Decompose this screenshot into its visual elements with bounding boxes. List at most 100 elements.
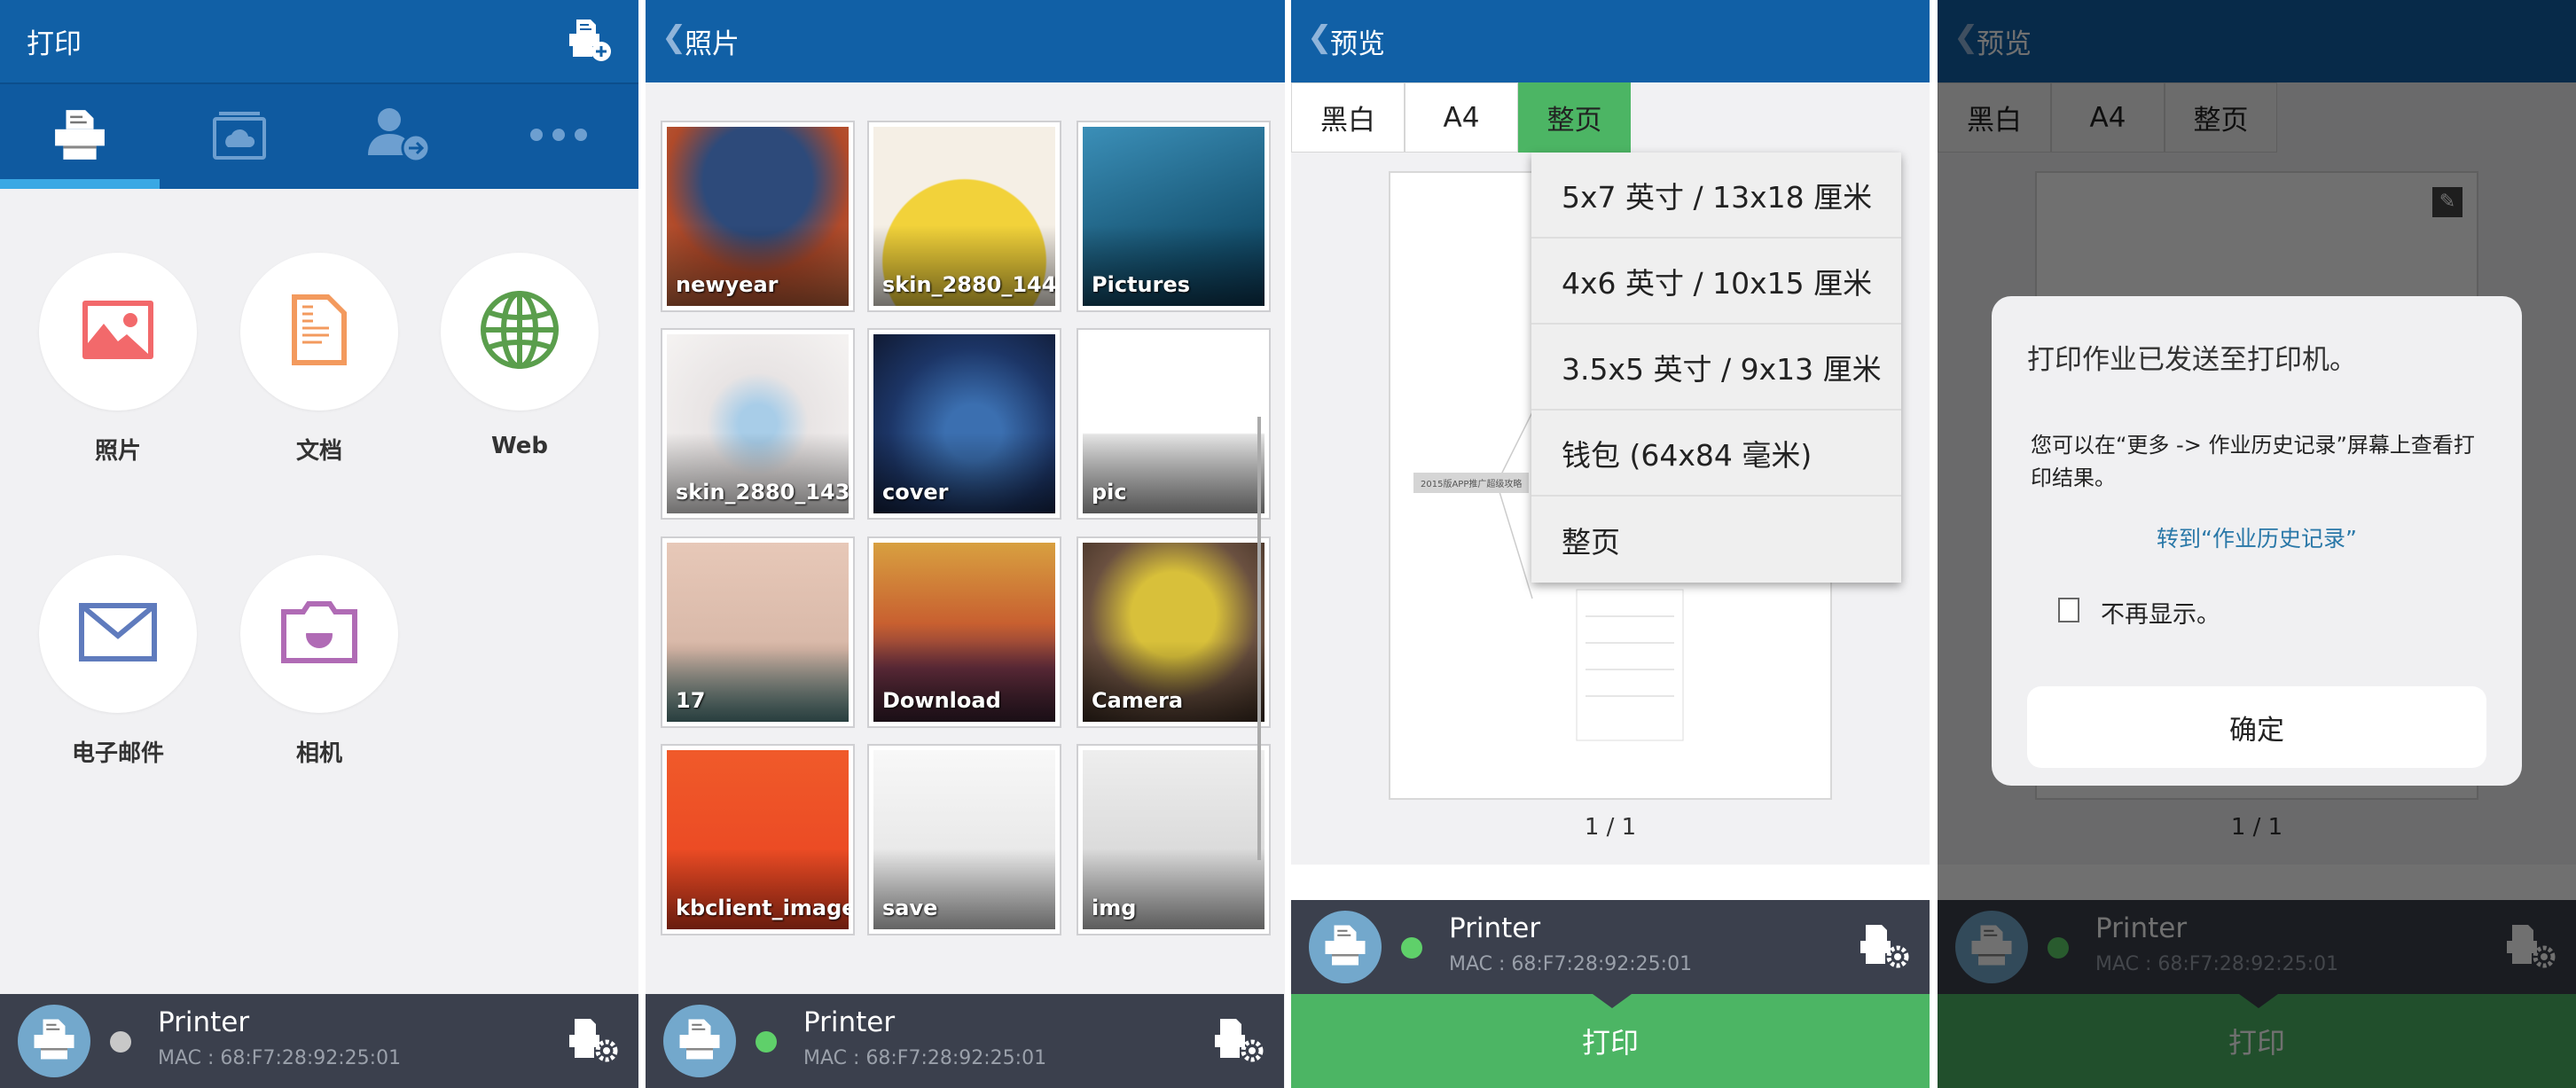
album-label: Pictures (1092, 272, 1190, 297)
image-icon (82, 301, 153, 363)
menu-item-3.5x5[interactable]: 3.5x5 英寸 / 9x13 厘米 (1531, 325, 1901, 411)
album-label: Camera (1092, 688, 1184, 713)
page-title[interactable]: 照片 (685, 21, 740, 61)
page-title[interactable]: 预览 (1330, 21, 1385, 61)
scale-button[interactable]: 整页 (1518, 82, 1631, 153)
printer-mac: MAC : 68:F7:28:92:25:01 (1449, 953, 1693, 975)
printer-name: Printer (1449, 912, 1541, 944)
photos-screen: ❮ 照片 newyear skin_2880_144... Pictures skin… (646, 0, 1285, 1088)
printer-status-bar[interactable]: Printer MAC : 68:F7:28:92:25:01 (1291, 900, 1930, 994)
album-label: save (882, 896, 938, 920)
main-tabs (0, 82, 638, 189)
album-tile[interactable]: save (867, 744, 1061, 935)
album-thumbnail: img (1083, 750, 1265, 929)
album-thumbnail: Download (873, 543, 1055, 722)
dialog-message: 您可以在“更多 -> 作业历史记录”屏幕上查看打印结果。 (2031, 433, 2475, 490)
source-document-label: 文档 (295, 438, 342, 465)
album-thumbnail: pic (1083, 334, 1265, 513)
album-label: Download (882, 688, 1001, 713)
app-header: ❮ 照片 (646, 0, 1285, 82)
app-header: 打印 (0, 0, 638, 82)
scrollbar[interactable] (1257, 417, 1261, 860)
album-thumbnail: Camera (1083, 543, 1265, 722)
album-tile[interactable]: 17 (661, 536, 855, 728)
printer-status-bar[interactable]: Printer MAC : 68:F7:28:92:25:01 (0, 994, 638, 1088)
dont-show-again-checkbox[interactable] (2058, 598, 2079, 622)
source-camera-button[interactable] (240, 555, 398, 713)
dialog-title: 打印作业已发送至打印机。 (2027, 344, 2357, 376)
album-tile[interactable]: pic (1077, 328, 1271, 520)
album-thumbnail: cover (873, 334, 1055, 513)
page-indicator: 1 / 1 (1584, 814, 1637, 841)
printer-settings-icon[interactable] (568, 1017, 619, 1067)
tab-account[interactable] (319, 84, 479, 189)
user-arrow-icon (364, 106, 434, 168)
back-chevron-icon[interactable]: ❮ (1307, 20, 1333, 55)
printer-mac: MAC : 68:F7:28:92:25:01 (158, 1047, 402, 1069)
home-screen: 打印 照片 文档 Web 电子邮件 相机 Printer MAC : 68:F7… (0, 0, 638, 1088)
cloud-album-icon (212, 110, 267, 163)
printer-settings-icon[interactable] (1213, 1017, 1265, 1067)
document-icon (292, 294, 347, 369)
source-document-button[interactable] (240, 253, 398, 411)
color-mode-button[interactable]: 黑白 (1291, 82, 1405, 153)
source-email-button[interactable] (39, 555, 197, 713)
source-email-label: 电子邮件 (71, 740, 164, 767)
printer-status-dot-online (1401, 937, 1422, 959)
camera-icon (281, 601, 357, 667)
printer-status-dot-offline (110, 1031, 131, 1053)
album-tile[interactable]: Download (867, 536, 1061, 728)
options-strip (1291, 865, 1930, 900)
tab-cloud-album[interactable] (160, 84, 319, 189)
print-sent-screen: ❮ 预览 黑白 A4 整页 ✎ 1 / 1 Printer MAC : 68:F… (1938, 0, 2576, 1088)
album-tile[interactable]: kbclient_image (661, 744, 855, 935)
printer-mac: MAC : 68:F7:28:92:25:01 (803, 1047, 1047, 1069)
menu-item-full-page[interactable]: 整页 (1531, 497, 1901, 583)
document-title-node: 2015版APP推广超级攻略 (1413, 473, 1530, 493)
album-thumbnail: skin_2880_144... (873, 127, 1055, 306)
album-thumbnail: skin_2880_143... (667, 334, 849, 513)
album-tile[interactable]: skin_2880_144... (867, 121, 1061, 312)
album-tile[interactable]: Pictures (1077, 121, 1271, 312)
scale-dropdown-menu: 5x7 英寸 / 13x18 厘米 4x6 英寸 / 10x15 厘米 3.5x… (1531, 153, 1901, 583)
album-label: skin_2880_143... (676, 480, 849, 505)
printer-status-bar[interactable]: Printer MAC : 68:F7:28:92:25:01 (646, 994, 1284, 1088)
album-tile[interactable]: skin_2880_143... (661, 328, 855, 520)
back-chevron-icon[interactable]: ❮ (662, 20, 687, 55)
source-web-button[interactable] (441, 253, 599, 411)
album-tile[interactable]: Camera (1077, 536, 1271, 728)
menu-item-4x6[interactable]: 4x6 英寸 / 10x15 厘米 (1531, 239, 1901, 325)
album-label: skin_2880_144... (882, 272, 1055, 297)
app-header: ❮ 预览 (1291, 0, 1930, 82)
source-web-label: Web (491, 433, 548, 459)
tab-printer[interactable] (0, 84, 160, 189)
ok-button[interactable]: 确定 (2027, 686, 2486, 768)
tab-more[interactable] (479, 84, 638, 189)
source-photo-button[interactable] (39, 253, 197, 411)
printer-settings-icon[interactable] (1859, 923, 1910, 973)
printer-add-icon[interactable] (566, 18, 612, 66)
printer-icon (677, 1017, 722, 1065)
album-thumbnail: newyear (667, 127, 849, 306)
album-label: newyear (676, 272, 779, 297)
album-label: img (1092, 896, 1137, 920)
job-history-link[interactable]: 转到“作业历史记录” (1992, 521, 2522, 553)
album-tile[interactable]: img (1077, 744, 1271, 935)
source-camera-label: 相机 (295, 740, 342, 767)
album-label: pic (1092, 480, 1127, 505)
page-title: 打印 (27, 28, 82, 60)
menu-item-5x7[interactable]: 5x7 英寸 / 13x18 厘米 (1531, 153, 1901, 239)
album-thumbnail: kbclient_image (667, 750, 849, 929)
active-tab-indicator (0, 179, 160, 189)
bar-notch (1593, 994, 1632, 1008)
album-thumbnail: 17 (667, 543, 849, 722)
printer-avatar (1309, 911, 1382, 983)
album-thumbnail: save (873, 750, 1055, 929)
menu-item-wallet[interactable]: 钱包 (64x84 毫米) (1531, 411, 1901, 497)
mail-icon (79, 603, 157, 665)
printer-avatar (18, 1005, 90, 1077)
paper-size-button[interactable]: A4 (1405, 82, 1518, 153)
album-label: 17 (676, 688, 706, 713)
album-tile[interactable]: cover (867, 328, 1061, 520)
album-tile[interactable]: newyear (661, 121, 855, 312)
